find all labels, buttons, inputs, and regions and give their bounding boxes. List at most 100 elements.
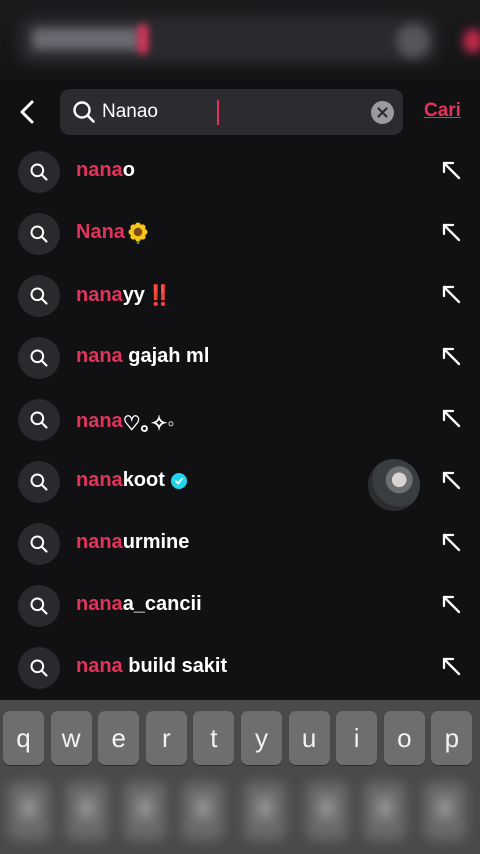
key-u[interactable]: u [288, 711, 330, 765]
suggestion-label: nana yy ‼️ [76, 283, 172, 308]
search-icon-badge [18, 647, 60, 689]
suggestion-row[interactable]: nana o [0, 140, 480, 202]
chevron-left-icon [20, 100, 34, 124]
arrow-up-left-icon [442, 285, 461, 304]
blurred-accent [138, 24, 148, 54]
suggestion-label: nana ♡｡✧◦ [76, 407, 174, 436]
onscreen-keyboard: qwertyuiop [0, 700, 480, 854]
search-icon-badge [18, 585, 60, 627]
arrow-up-left-icon [442, 223, 461, 242]
search-box[interactable] [60, 89, 403, 135]
avatar [368, 459, 420, 511]
fill-query-button[interactable] [440, 469, 462, 491]
search-icon [30, 535, 48, 553]
suggestion-label: nana gajah ml [76, 345, 209, 368]
keyboard-row-1: qwertyuiop [3, 711, 477, 765]
clear-search-button[interactable] [371, 101, 394, 124]
text-caret [217, 100, 219, 125]
fill-query-button[interactable] [440, 283, 462, 305]
search-icon [30, 287, 48, 305]
suggestion-match-text: nana [76, 284, 123, 306]
suggestion-row[interactable]: nana gajah ml [0, 326, 480, 388]
suggestion-row[interactable]: nana koot [0, 450, 480, 512]
key-e[interactable]: e [98, 711, 140, 765]
fill-query-button[interactable] [440, 159, 462, 181]
suggestion-row[interactable]: nana ♡｡✧◦ [0, 388, 480, 450]
key-p[interactable]: p [431, 711, 473, 765]
suggestion-match-text: nana [76, 345, 123, 367]
search-header: Cari [0, 88, 480, 136]
blurred-top-bar [0, 0, 480, 80]
suggestion-row[interactable]: nana yy ‼️ [0, 264, 480, 326]
suggestion-label: Nana [76, 221, 149, 244]
suggestion-rest-text: urmine [122, 531, 190, 553]
suggestion-row[interactable]: nana urmine [0, 512, 480, 574]
key-y[interactable]: y [241, 711, 282, 765]
fill-query-button[interactable] [440, 593, 462, 615]
clear-x-icon [377, 107, 388, 118]
suggestion-rest-text: build sakit [122, 655, 228, 677]
suggestion-rest-text: o [122, 159, 135, 181]
arrow-up-left-icon [442, 533, 461, 552]
arrow-up-left-icon [442, 409, 461, 428]
suggestion-label: nana urmine [76, 531, 189, 554]
suggestion-match-text: nana [76, 159, 123, 181]
search-icon [30, 225, 48, 243]
search-icon [73, 101, 95, 123]
fill-query-button[interactable] [440, 407, 462, 429]
verified-check-icon [170, 472, 187, 489]
suggestion-label: nana o [76, 159, 135, 182]
key-w[interactable]: w [50, 711, 92, 765]
sunflower-emoji [127, 222, 149, 244]
suggestion-match-text: nana [76, 593, 123, 615]
search-icon-badge [18, 151, 60, 193]
fill-query-button[interactable] [440, 221, 462, 243]
blurred-icon [396, 24, 430, 58]
search-icon [30, 659, 48, 677]
search-icon-badge [18, 523, 60, 565]
suggestion-rest-text: ♡｡✧◦ [122, 413, 175, 435]
search-icon-badge [18, 461, 60, 503]
search-icon-badge [18, 337, 60, 379]
blurred-text [32, 28, 142, 50]
key-i[interactable]: i [336, 711, 378, 765]
back-button[interactable] [10, 94, 44, 130]
search-icon-badge [18, 213, 60, 255]
suggestion-label: nana a_cancii [76, 593, 202, 616]
key-q[interactable]: q [3, 711, 44, 765]
arrow-up-left-icon [442, 471, 461, 490]
key-o[interactable]: o [383, 711, 425, 765]
suggestion-match-text: nana [76, 410, 123, 432]
suggestion-rest-text: yy [122, 284, 145, 306]
arrow-up-left-icon [442, 347, 461, 366]
search-icon-badge [18, 275, 60, 317]
suggestion-label: nana koot [76, 469, 187, 492]
search-icon [30, 597, 48, 615]
suggestion-label: nana build sakit [76, 655, 227, 678]
blurred-edge-accent [464, 30, 480, 52]
search-icon-badge [18, 399, 60, 441]
arrow-up-left-icon [442, 595, 461, 614]
arrow-up-left-icon [442, 161, 461, 180]
search-input[interactable] [102, 97, 362, 127]
fill-query-button[interactable] [440, 655, 462, 677]
suggestion-match-text: nana [76, 655, 123, 677]
key-t[interactable]: t [193, 711, 235, 765]
search-icon [30, 163, 48, 181]
key-r[interactable]: r [145, 711, 187, 765]
search-icon [30, 473, 48, 491]
fill-query-button[interactable] [440, 531, 462, 553]
arrow-up-left-icon [442, 657, 461, 676]
search-submit-link[interactable]: Cari [424, 100, 461, 122]
search-icon [30, 411, 48, 429]
keyboard-blurred-rows [0, 776, 480, 854]
suggestion-rest-text: gajah ml [122, 345, 210, 367]
suggestion-match-text: nana [76, 531, 123, 553]
double-exclamation-emoji: ‼️ [146, 285, 172, 307]
suggestion-rest-text: koot [122, 469, 165, 491]
suggestion-row[interactable]: Nana [0, 202, 480, 264]
suggestion-match-text: nana [76, 469, 123, 491]
suggestion-row[interactable]: nana a_cancii [0, 574, 480, 636]
suggestion-row[interactable]: nana build sakit [0, 636, 480, 698]
fill-query-button[interactable] [440, 345, 462, 367]
